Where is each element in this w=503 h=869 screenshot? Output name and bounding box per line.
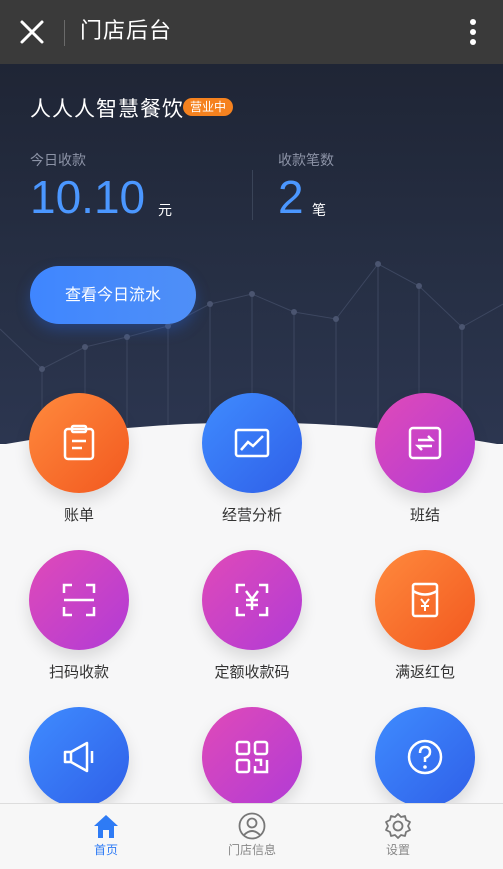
status-badge: 营业中 [183,98,234,116]
stats-divider [252,170,253,220]
qrcode-icon [202,707,302,807]
menu-item-bill[interactable]: 账单 [4,393,154,525]
red-packet-icon [375,550,475,650]
bill-icon [29,393,129,493]
megaphone-icon [29,707,129,807]
tab-settings[interactable]: 设置 [338,812,458,858]
menu-item-red-packet[interactable]: 满返红包 [350,550,500,682]
tab-home[interactable]: 首页 [46,812,166,858]
menu-label: 扫码收款 [48,663,109,681]
close-icon[interactable] [18,18,46,46]
more-vertical-icon[interactable] [469,18,477,46]
title-divider [64,20,65,46]
menu-item-analysis[interactable]: 经营分析 [177,393,327,525]
menu-label: 经营分析 [221,506,282,524]
payment-count-value: 2 [278,171,304,223]
top-bar: 门店后台 [0,0,503,64]
help-icon [375,707,475,807]
tab-label: 设置 [385,843,410,857]
menu-label: 账单 [63,506,94,524]
menu-item-shift-settle[interactable]: 班结 [350,393,500,525]
menu-item-fixed-code[interactable]: 定额收款码 [177,550,327,682]
user-icon [238,812,266,840]
yen-scan-icon [202,550,302,650]
today-income-value: 10.10 [30,171,146,223]
menu-label: 定额收款码 [214,663,290,681]
menu-label: 班结 [409,506,440,524]
tab-label: 首页 [93,843,118,857]
tab-label: 门店信息 [227,843,276,857]
menu-item-scan-pay[interactable]: 扫码收款 [4,550,154,682]
payment-count-unit: 笔 [312,203,326,219]
page-title: 门店后台 [80,19,173,44]
store-name: 人人人智慧餐饮 [30,97,184,121]
bottom-tab-bar: 首页 门店信息 设置 [0,803,503,869]
chart-icon [202,393,302,493]
today-income-label: 今日收款 [30,153,86,169]
scan-icon [29,550,129,650]
view-today-flow-button[interactable]: 查看今日流水 [30,266,196,324]
shift-settle-icon [375,393,475,493]
home-icon [94,815,118,838]
menu-label: 满返红包 [394,663,455,681]
settings-icon [385,813,411,839]
tab-store-info[interactable]: 门店信息 [192,812,312,858]
payment-count-label: 收款笔数 [278,153,334,169]
hero-panel: 人人人智慧餐饮 营业中 今日收款 10.10 元 收款笔数 2 笔 查看今日流水 [0,64,503,444]
menu-grid: 账单 经营分析 班结 扫码收款 定额收款码 满返红包 [0,390,503,807]
today-income-unit: 元 [158,203,172,219]
